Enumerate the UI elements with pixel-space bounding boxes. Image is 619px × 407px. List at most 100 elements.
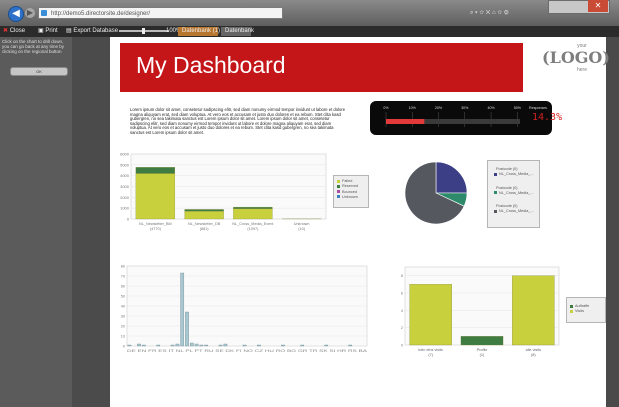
print-icon: ▣ — [38, 28, 44, 34]
tab-datenbank-1[interactable]: Datenbank (1) — [178, 27, 220, 36]
logo-main-text: LOGO — [549, 48, 603, 67]
back-button[interactable]: ◀ — [8, 6, 24, 22]
legend2-label: Postcode (0) — [496, 167, 518, 171]
y-tick-label: 0 — [401, 344, 403, 348]
histogram-chart[interactable]: 80 70 60 50 40 30 20 10 0DE EN FR ES IT NL PL PT… — [113, 262, 370, 358]
y-tick-label: 4000 — [120, 173, 130, 178]
print-label: Print — [45, 28, 58, 34]
histogram-bar — [141, 344, 146, 347]
legend2-label: NL_Cross_Media_... — [499, 209, 534, 214]
histogram-bar — [204, 344, 209, 347]
intro-paragraph: Lorem ipsum dolor sit amet, consetetur s… — [130, 107, 346, 135]
browser-tools-icons[interactable]: ⌕ ▾ ☆ ✕ ⌂ ☆ ⚙ — [470, 7, 540, 19]
sidebar-ok-button[interactable]: OK — [10, 67, 68, 76]
bar — [409, 284, 452, 346]
legend2-item: NL_Cross_Media_... — [494, 172, 539, 177]
sidebar — [0, 37, 72, 407]
window-close-button[interactable]: ✕ — [588, 0, 608, 12]
y-tick-label: 20 — [121, 325, 125, 329]
legend-swatch — [337, 195, 340, 199]
export-icon: ▤ — [66, 28, 72, 34]
histogram-bar — [324, 344, 329, 347]
y-tick-label: 8 — [401, 274, 403, 278]
histogram-bar — [170, 344, 175, 347]
export-database-button[interactable]: ▤ Export Database — [66, 27, 118, 36]
bar-segment — [184, 211, 224, 220]
address-bar[interactable]: http://demo5.directorsite.de/designer/ — [38, 7, 283, 19]
legend4-label: Auftraffe — [575, 304, 590, 308]
bar-segment — [233, 206, 273, 209]
y-tick-label: 2 — [401, 326, 403, 330]
y-tick-label: 50 — [121, 295, 125, 299]
gauge-tick-label: 50% — [514, 106, 522, 110]
legend-swatch — [494, 172, 497, 176]
close-button[interactable]: ✖ Close — [3, 27, 25, 36]
y-tick-label: 40 — [121, 305, 125, 309]
tab-datenbank[interactable]: Datenbank — [221, 27, 254, 36]
legend-swatch — [494, 191, 497, 195]
y-tick-label: 3000 — [120, 184, 130, 189]
y-tick-label: 0 — [127, 217, 130, 222]
x-tick-label: kein eins visits — [418, 348, 443, 352]
histogram-bar — [194, 343, 199, 347]
logo-main: (LOGO) — [542, 48, 610, 67]
sidebar-divider-panel — [72, 37, 110, 407]
y-tick-label: 80 — [121, 265, 125, 269]
legend2-label: Postcode (0) — [496, 204, 518, 209]
close-label: Close — [9, 28, 26, 34]
legend2-label: NL_Cross_Media_... — [499, 172, 534, 177]
pie-chart[interactable] — [398, 155, 474, 231]
histogram-bar — [242, 344, 247, 347]
gauge-tick-label: 0% — [383, 106, 389, 110]
legend1-label: Reserved — [342, 184, 359, 189]
y-tick-label: 6 — [401, 292, 403, 296]
visits-bar-chart[interactable]: 8 6 4 2 0 kein eins visits(7) Profile(1) alle v… — [393, 263, 561, 361]
print-button[interactable]: ▣ Print — [38, 27, 58, 36]
gauge-tick-label: 30% — [461, 106, 469, 110]
legend2-item: NL_Cross_Media_... — [494, 209, 539, 214]
legend2-label: Postcode (0) — [496, 185, 518, 190]
gauge-value: 14.3% — [532, 112, 563, 123]
category-count: (1) — [480, 353, 485, 357]
bar-segment — [135, 173, 176, 220]
legend2-item: NL_Cross_Media_... — [494, 191, 539, 196]
logo-bottom-text: here — [576, 67, 587, 73]
histogram-bar — [199, 344, 204, 347]
legend-swatch — [337, 184, 340, 188]
legend1-label: Unknown — [342, 194, 358, 199]
category-count: (1097) — [247, 227, 259, 231]
bar — [512, 275, 555, 346]
scrollbar[interactable] — [606, 37, 619, 407]
histogram-bar — [281, 344, 285, 347]
legend-swatch — [570, 309, 573, 313]
legend4-item: Visits — [570, 309, 605, 314]
legend2-label: NL_Cross_Media_... — [499, 190, 534, 195]
histogram-bar — [185, 311, 189, 347]
zoom-slider-handle[interactable] — [142, 28, 145, 34]
histogram-bar — [137, 343, 141, 347]
histogram-bar — [257, 344, 261, 347]
bar — [460, 336, 504, 346]
y-tick-label: 70 — [121, 275, 125, 279]
close-icon: ✖ — [3, 28, 9, 34]
gauge-tick-label: 10% — [409, 106, 417, 110]
gauge-tick-label: 40% — [487, 106, 495, 110]
histogram-bar — [348, 344, 353, 347]
bar-segment — [184, 209, 224, 212]
y-tick-label: 2000 — [120, 195, 130, 200]
page-icon — [41, 10, 47, 16]
legend-swatch — [570, 304, 573, 308]
gauge-graphic: 0% 10% 20% 30% 40% 50% Responses — [383, 106, 547, 127]
logo: your (LOGO) here — [542, 43, 610, 87]
forward-button[interactable]: ▶ — [25, 8, 35, 18]
bar-chart-legend: Failed Reserved Bounced Unknown — [333, 175, 369, 208]
histogram-bar — [223, 343, 228, 347]
y-tick-label: 5000 — [120, 162, 130, 167]
x-tick-label: NL_Newsletter_BM — [139, 222, 172, 226]
y-tick-label: 30 — [121, 315, 125, 319]
y-tick-label: 4 — [401, 309, 403, 313]
y-tick-label: 1000 — [120, 206, 130, 211]
stacked-bar-chart[interactable]: 6000 5000 4000 3000 2000 1000 0 NL_Newsletter_B… — [113, 148, 328, 238]
pie-slice — [435, 161, 468, 194]
category-count: (7) — [428, 353, 433, 357]
